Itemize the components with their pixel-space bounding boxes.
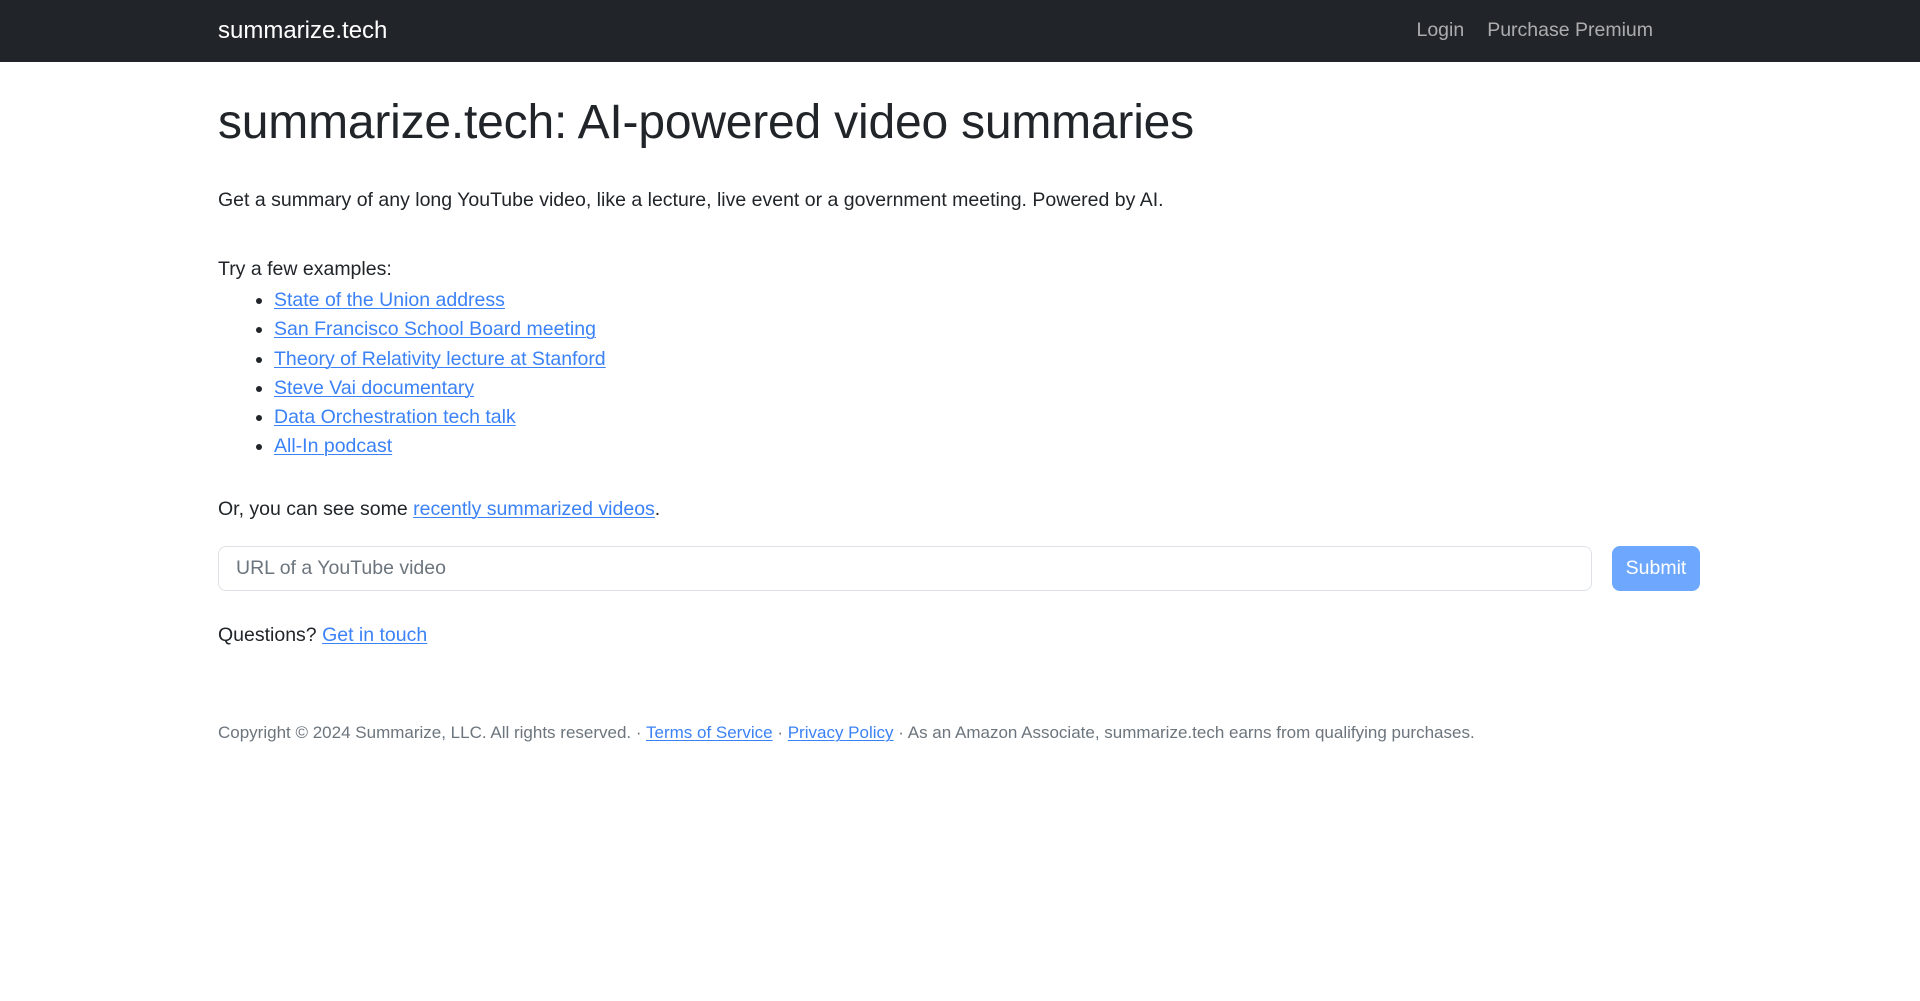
examples-label: Try a few examples:: [218, 257, 392, 280]
questions-line: Questions? Get in touch: [218, 621, 1482, 650]
privacy-policy-link[interactable]: Privacy Policy: [788, 723, 894, 742]
example-link-steve-vai[interactable]: Steve Vai documentary: [274, 377, 474, 399]
recent-prefix-text: Or, you can see some: [218, 497, 414, 520]
list-item: Data Orchestration tech talk: [274, 403, 1482, 432]
questions-prefix-text: Questions?: [218, 623, 323, 646]
example-link-all-in-podcast[interactable]: All-In podcast: [274, 435, 392, 457]
navbar-links: Login Purchase Premium: [1416, 21, 1653, 41]
nav-link-login[interactable]: Login: [1416, 21, 1464, 41]
terms-of-service-link[interactable]: Terms of Service: [646, 723, 773, 742]
example-link-data-orchestration[interactable]: Data Orchestration tech talk: [274, 406, 516, 428]
example-link-state-of-the-union[interactable]: State of the Union address: [274, 289, 505, 311]
footer-separator-1: ·: [635, 723, 642, 743]
example-link-sf-school-board[interactable]: San Francisco School Board meeting: [274, 318, 596, 340]
recently-summarized-videos-link[interactable]: recently summarized videos: [413, 498, 655, 520]
examples-list: State of the Union address San Francisco…: [218, 286, 1482, 462]
get-in-touch-link[interactable]: Get in touch: [322, 624, 427, 646]
footer-amazon-notice: As an Amazon Associate, summarize.tech e…: [907, 723, 1475, 743]
submit-button[interactable]: Submit: [1612, 545, 1700, 591]
nav-link-purchase-premium[interactable]: Purchase Premium: [1487, 21, 1653, 41]
footer: Copyright © 2024 Summarize, LLC. All rig…: [218, 720, 1482, 746]
page-title: summarize.tech: AI-powered video summari…: [218, 96, 1194, 149]
list-item: San Francisco School Board meeting: [274, 315, 1482, 344]
list-item: Steve Vai documentary: [274, 374, 1482, 403]
recently-summarized-line: Or, you can see some recently summarized…: [218, 495, 1482, 524]
recent-suffix-text: .: [654, 497, 661, 520]
footer-copyright: Copyright © 2024 Summarize, LLC. All rig…: [218, 723, 632, 743]
example-link-relativity-lecture[interactable]: Theory of Relativity lecture at Stanford: [274, 348, 606, 370]
navbar: summarize.tech Login Purchase Premium: [0, 0, 1920, 62]
search-input[interactable]: [218, 545, 1592, 591]
url-submit-form: Submit: [218, 545, 1700, 591]
page-container: summarize.tech: AI-powered video summari…: [0, 94, 1700, 746]
footer-separator-3: ·: [898, 723, 904, 743]
list-item: All-In podcast: [274, 432, 1482, 461]
list-item: Theory of Relativity lecture at Stanford: [274, 345, 1482, 374]
footer-separator-2: ·: [777, 723, 783, 743]
page-description: Get a summary of any long YouTube video,…: [218, 188, 1164, 211]
list-item: State of the Union address: [274, 286, 1482, 315]
brand-logo[interactable]: summarize.tech: [218, 19, 387, 43]
